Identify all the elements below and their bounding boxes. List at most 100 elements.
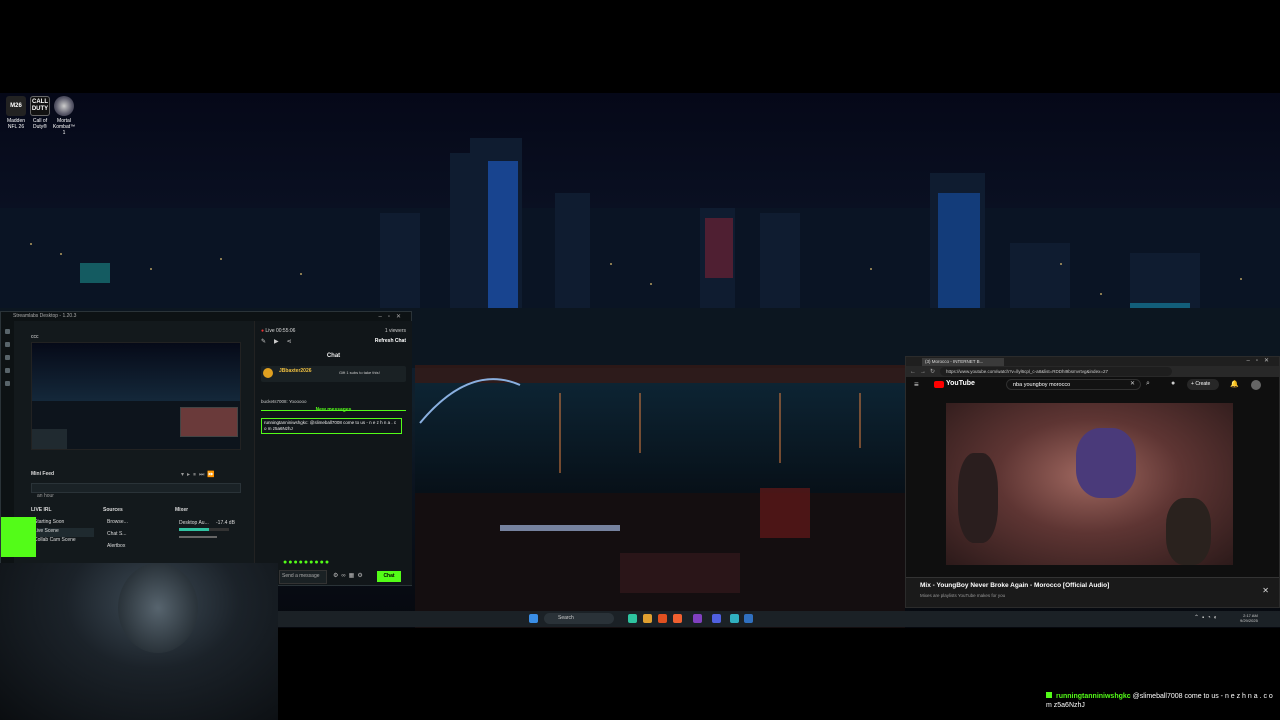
- mortal-kombat-icon[interactable]: Mortal Kombat™ 1: [53, 96, 75, 136]
- source-item[interactable]: Alertbox: [107, 543, 167, 555]
- preview-webcam: [32, 429, 67, 449]
- streamlabs-title: Streamlabs Desktop - 1.20.3: [13, 313, 77, 319]
- scene-list: Starting Soon Live Scene Collab Cam Scen…: [34, 519, 94, 546]
- mixer-db: -17.4 dB: [216, 520, 235, 526]
- chat-message-highlight: runningtanniniwshgkc: @slimeball7008 com…: [261, 418, 402, 434]
- cod-label: Call of Duty®: [32, 118, 48, 130]
- address-bar-row: ←→↻ https://www.youtube.com/watch?v=llyl…: [906, 366, 1279, 377]
- window-controls[interactable]: –▫✕: [379, 313, 408, 320]
- create-button[interactable]: + Create: [1187, 379, 1219, 390]
- mini-feed-title: Mini Feed: [31, 471, 55, 477]
- emote-bar[interactable]: ●●●●●●●●●: [283, 559, 330, 566]
- youtube-logo-icon: [934, 381, 944, 388]
- mix-playlist-panel[interactable]: Mix - YoungBoy Never Broke Again - Moroc…: [906, 577, 1279, 607]
- cod-glyph: CALL DUTY: [30, 96, 50, 116]
- mic-icon[interactable]: ●: [1171, 380, 1175, 387]
- window-controls[interactable]: –▫✕: [1247, 357, 1276, 364]
- mk-glyph: [54, 96, 74, 116]
- file-explorer-icon[interactable]: [643, 614, 652, 623]
- chrome-icon[interactable]: [730, 614, 739, 623]
- nav-settings-icon[interactable]: [5, 381, 10, 386]
- madden-glyph: M26: [6, 96, 26, 116]
- kick-badge-icon: [1046, 692, 1052, 698]
- madden-icon[interactable]: M26 Madden NFL 26: [5, 96, 27, 130]
- gift-banner: JBbaxter2026 Gift 1 subs to take this!: [261, 366, 406, 382]
- app-icon[interactable]: [693, 614, 702, 623]
- chat-input-tools[interactable]: ⚙∞▦⚙: [333, 572, 366, 579]
- source-list: Browse... Chat S... Alertbox: [107, 519, 167, 555]
- feed-filter-select[interactable]: an hour: [31, 483, 241, 499]
- chat-message: buckets7008: Yoooooo: [261, 399, 307, 404]
- close-icon[interactable]: ✕: [1262, 586, 1269, 595]
- nav-apps-icon[interactable]: [5, 355, 10, 360]
- avatar[interactable]: [1251, 380, 1261, 390]
- nav-themes-icon[interactable]: [5, 342, 10, 347]
- sources-title: Sources: [103, 507, 123, 513]
- live-timer: ● Live 00:55:06: [261, 328, 295, 334]
- video-figure-right: [1166, 498, 1211, 565]
- mix-title: Mix - YoungBoy Never Broke Again - Moroc…: [920, 582, 1110, 589]
- streamlabs-titlebar: Streamlabs Desktop - 1.20.3 –▫✕: [1, 312, 411, 321]
- mix-subtitle: Mixes are playlists YouTube makes for yo…: [920, 593, 1006, 598]
- chat-send-button[interactable]: Chat: [377, 571, 401, 582]
- scene-item-active[interactable]: Live Scene: [34, 528, 94, 537]
- nav-highlighter-icon[interactable]: [5, 368, 10, 373]
- youtube-search-input[interactable]: nba youngboy morocco: [1006, 379, 1141, 390]
- stream-preview[interactable]: [31, 342, 241, 450]
- mixer-source: Desktop Au...: [179, 520, 209, 526]
- chat-overlay-user: runningtanniniwshgkc: [1056, 693, 1131, 700]
- url-input[interactable]: https://www.youtube.com/watch?v=llyl6cpl…: [940, 367, 1172, 376]
- refresh-chat-button[interactable]: Refresh Chat: [375, 338, 406, 344]
- source-item[interactable]: Chat S...: [107, 531, 167, 543]
- video-subject: [1076, 428, 1136, 498]
- mk-label: Mortal Kombat™ 1: [52, 118, 76, 136]
- scenes-title: LIVE IRL: [31, 507, 52, 513]
- search-icon[interactable]: ⌕: [1146, 380, 1150, 388]
- mixer-meter: [179, 528, 229, 531]
- start-icon[interactable]: [529, 614, 538, 623]
- mixer-volume-slider[interactable]: [179, 536, 217, 538]
- chat-pane: ● Live 00:55:06 1 viewers Refresh Chat ✎…: [254, 321, 412, 585]
- mixer-meter-level: [179, 528, 209, 531]
- system-tray[interactable]: ⌃▪◔◐: [1194, 614, 1220, 621]
- taskbar-search[interactable]: Search: [544, 613, 614, 624]
- preview-sky: [32, 343, 240, 402]
- browser-tab-bar: (3) Morocco - INTERNET B... –▫✕: [906, 357, 1279, 366]
- chat-tools[interactable]: ✎▶⋖: [261, 338, 300, 345]
- preview-youtube-capture: [180, 407, 238, 437]
- viewer-count: 1 viewers: [384, 328, 406, 334]
- video-figure-left: [958, 453, 998, 543]
- desktop-wallpaper: M26 Madden NFL 26 CALL DUTY Call of Duty…: [0, 93, 1280, 628]
- menu-icon[interactable]: ≡: [914, 380, 919, 389]
- feed-controls[interactable]: ▾▸⏸⏭⏩: [181, 471, 218, 479]
- streamlabs-window: Streamlabs Desktop - 1.20.3 –▫✕ ccc Mini…: [0, 311, 412, 586]
- source-item[interactable]: Browse...: [107, 519, 167, 531]
- video-player[interactable]: [946, 403, 1233, 565]
- stream-chat-overlay: runningtanniniwshgkc @slimeball7008 come…: [1046, 692, 1278, 710]
- browser-tab[interactable]: (3) Morocco - INTERNET B...: [922, 358, 1004, 366]
- live-time: Live 00:55:06: [265, 328, 296, 334]
- nav-buttons[interactable]: ←→↻: [910, 368, 939, 375]
- streamlabs-taskbar-icon[interactable]: [628, 614, 637, 623]
- preview-label: ccc: [31, 334, 39, 340]
- youtube-logo-text[interactable]: YouTube: [946, 380, 975, 387]
- nav-editor-icon[interactable]: [5, 329, 10, 334]
- live-dot-icon: ●: [261, 328, 265, 334]
- scene-item[interactable]: Starting Soon: [34, 519, 94, 528]
- clear-search-icon[interactable]: ✕: [1130, 380, 1135, 387]
- app-icon[interactable]: [673, 614, 682, 623]
- taskbar-search-label: Search: [558, 615, 574, 621]
- discord-icon[interactable]: [712, 614, 721, 623]
- youtube-header: ≡ YouTube nba youngboy morocco ✕ ⌕ ● + C…: [906, 377, 1279, 393]
- app-icon[interactable]: [658, 614, 667, 623]
- call-of-duty-icon[interactable]: CALL DUTY Call of Duty®: [29, 96, 51, 130]
- notifications-icon[interactable]: 🔔: [1230, 380, 1239, 388]
- create-label: Create: [1195, 381, 1211, 387]
- chrome-window: (3) Morocco - INTERNET B... –▫✕ ←→↻ http…: [905, 356, 1280, 608]
- kick-logo: [1, 517, 36, 557]
- steam-icon[interactable]: [744, 614, 753, 623]
- clock[interactable]: 2:17 AM 9/29/2025: [1240, 613, 1258, 623]
- screen: M26 Madden NFL 26 CALL DUTY Call of Duty…: [0, 0, 1280, 720]
- scene-item[interactable]: Collab Cam Scene: [34, 537, 94, 546]
- chat-input[interactable]: Send a message: [279, 570, 327, 584]
